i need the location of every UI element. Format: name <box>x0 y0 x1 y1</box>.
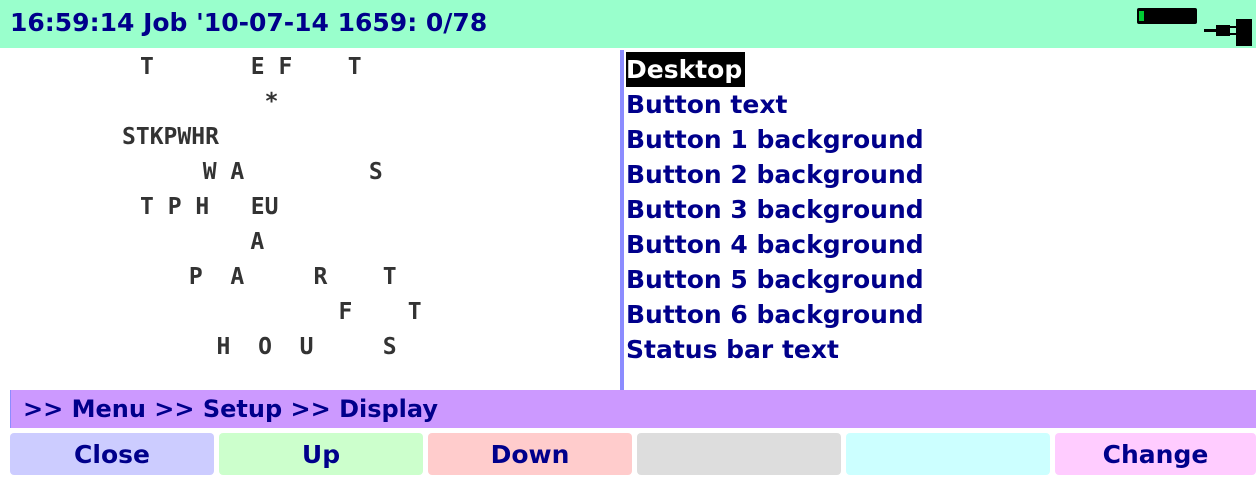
steno-display: T E F T * STKPWHR W A S T P H EU A P A R… <box>10 50 620 390</box>
menu-item-button-text[interactable]: Button text <box>626 87 787 122</box>
menu-item-button-1-background[interactable]: Button 1 background <box>626 122 924 157</box>
status-bar: 16:59:14 Job '10-07-14 1659: 0/78 <box>0 0 1256 48</box>
panel-divider <box>620 50 624 390</box>
status-text: 16:59:14 Job '10-07-14 1659: 0/78 <box>10 8 488 37</box>
steno-row: F T <box>200 299 422 325</box>
steno-row: * <box>140 89 279 115</box>
steno-row: W A S <box>175 159 383 185</box>
breadcrumb: >> Menu >> Setup >> Display <box>23 395 439 423</box>
steno-row: H O U S <box>175 334 397 360</box>
menu-item-button-6-background[interactable]: Button 6 background <box>626 297 924 332</box>
down-button[interactable]: Down <box>428 433 632 475</box>
battery-icon <box>1137 8 1197 24</box>
steno-row: A <box>195 229 265 255</box>
steno-row: T P H EU <box>140 194 279 220</box>
steno-row: P A R T <box>175 264 397 290</box>
menu-item-status-bar-text[interactable]: Status bar text <box>626 332 839 367</box>
steno-row: STKPWHR <box>122 124 219 150</box>
change-button[interactable]: Change <box>1055 433 1256 475</box>
close-button[interactable]: Close <box>10 433 214 475</box>
menu-item-button-3-background[interactable]: Button 3 background <box>626 192 924 227</box>
menu-item-button-2-background[interactable]: Button 2 background <box>626 157 924 192</box>
softkey-5-blank[interactable] <box>846 433 1050 475</box>
up-button[interactable]: Up <box>219 433 423 475</box>
steno-row: T E F T <box>140 54 362 80</box>
menu-item-button-4-background[interactable]: Button 4 background <box>626 227 924 262</box>
menu-item-button-5-background[interactable]: Button 5 background <box>626 262 924 297</box>
power-plug-icon <box>1204 19 1252 46</box>
battery-level <box>1139 11 1144 21</box>
menu-item-desktop[interactable]: Desktop <box>626 52 746 87</box>
breadcrumb-bar: >> Menu >> Setup >> Display <box>10 390 1256 428</box>
softkey-4-blank[interactable] <box>637 433 841 475</box>
